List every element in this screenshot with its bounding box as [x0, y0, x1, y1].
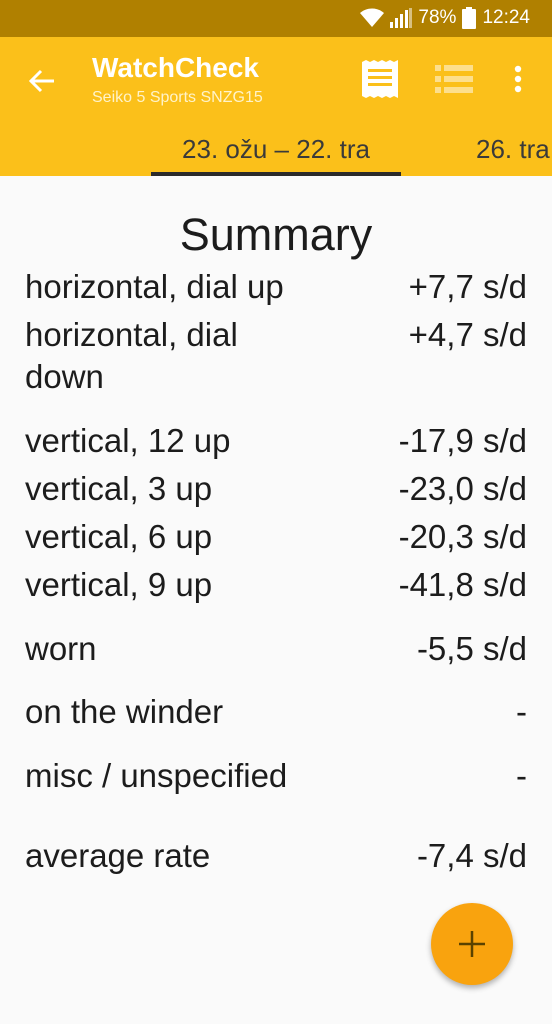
back-arrow-icon: [28, 69, 54, 93]
app-title: WatchCheck: [92, 52, 260, 83]
notes-button[interactable]: [358, 57, 402, 101]
app-bar: WatchCheck Seiko 5 Sports SNZG15: [0, 37, 552, 123]
row-value: -7,4 s/d: [416, 837, 527, 874]
row-label: misc / unspecified: [25, 757, 288, 794]
row-label: on the winder: [25, 693, 224, 730]
tab-label: 23. ožu – 22. tra: [182, 134, 370, 164]
row-value: -: [516, 757, 527, 794]
row-value: -41,8 s/d: [398, 566, 527, 603]
tab-indicator: [151, 172, 401, 176]
wifi-icon: [360, 8, 385, 27]
add-measurement-button[interactable]: [431, 903, 513, 985]
status-bar: 78% 12:24: [0, 0, 552, 37]
list-view-button[interactable]: [432, 57, 476, 101]
status-icons: 78% 12:24: [360, 6, 530, 30]
signal-icon: [390, 8, 413, 28]
title-block: WatchCheck Seiko 5 Sports SNZG15: [92, 51, 263, 109]
notes-icon: [362, 60, 398, 98]
row-label: horizontal, dial up: [25, 268, 284, 305]
app-subtitle: Seiko 5 Sports SNZG15: [92, 89, 263, 106]
row-label: vertical, 9 up: [25, 566, 213, 603]
row-label: vertical, 6 up: [25, 518, 213, 555]
summary-title: Summary: [179, 209, 373, 260]
row-label: horizontal, dial down: [25, 316, 238, 395]
row-value: +4,7 s/d: [408, 316, 527, 353]
tab-period-next[interactable]: 26. tra: [476, 123, 550, 176]
period-tabs: 23. ožu – 22. tra 26. tra: [0, 123, 552, 176]
clock: 12:24: [482, 7, 530, 28]
row-label: vertical, 12 up: [25, 422, 231, 459]
tab-period-current[interactable]: 23. ožu – 22. tra: [151, 123, 401, 176]
battery-icon: [462, 7, 477, 29]
row-label: vertical, 3 up: [25, 470, 213, 507]
row-value: -23,0 s/d: [398, 470, 527, 507]
row-label: worn: [25, 630, 97, 667]
list-icon: [435, 65, 473, 93]
row-value: -17,9 s/d: [398, 422, 527, 459]
row-value: -5,5 s/d: [416, 630, 527, 667]
more-vert-icon: [514, 65, 522, 93]
add-icon: [459, 931, 485, 957]
row-value: -: [516, 693, 527, 730]
tab-label: 26. tra: [476, 134, 550, 164]
battery-percent: 78%: [418, 7, 457, 28]
row-label: average rate: [25, 837, 211, 874]
back-button[interactable]: [20, 59, 64, 103]
more-options-button[interactable]: [496, 57, 540, 101]
row-value: +7,7 s/d: [408, 268, 527, 305]
row-value: -20,3 s/d: [398, 518, 527, 555]
